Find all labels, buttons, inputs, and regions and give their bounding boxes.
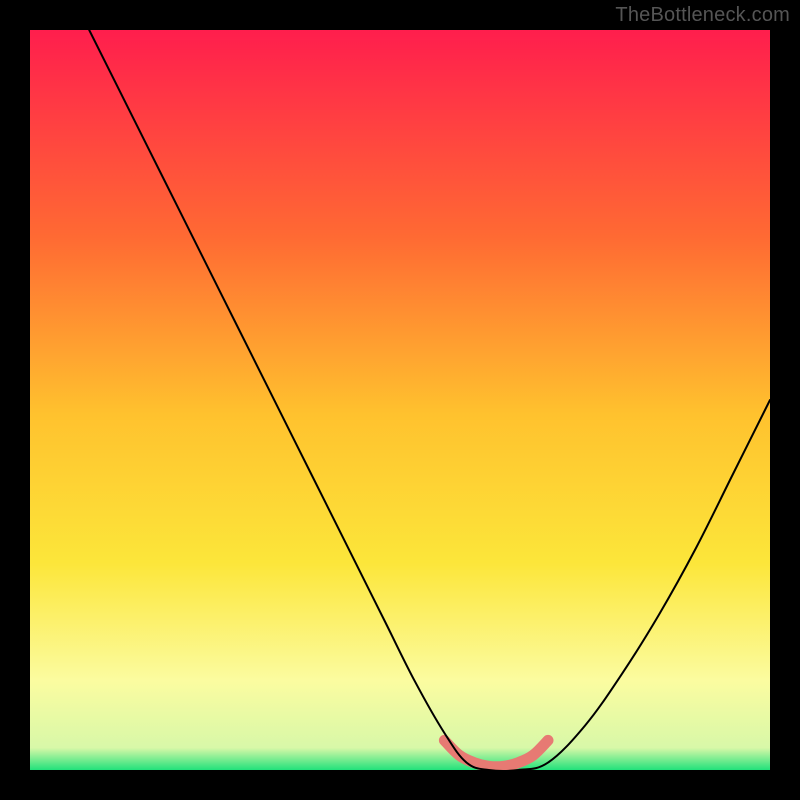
- bottleneck-curve: [89, 30, 770, 770]
- chart-frame: TheBottleneck.com: [0, 0, 800, 800]
- curve-layer: [30, 30, 770, 770]
- plot-area: [30, 30, 770, 770]
- optimal-highlight: [444, 740, 548, 766]
- watermark-text: TheBottleneck.com: [615, 4, 790, 27]
